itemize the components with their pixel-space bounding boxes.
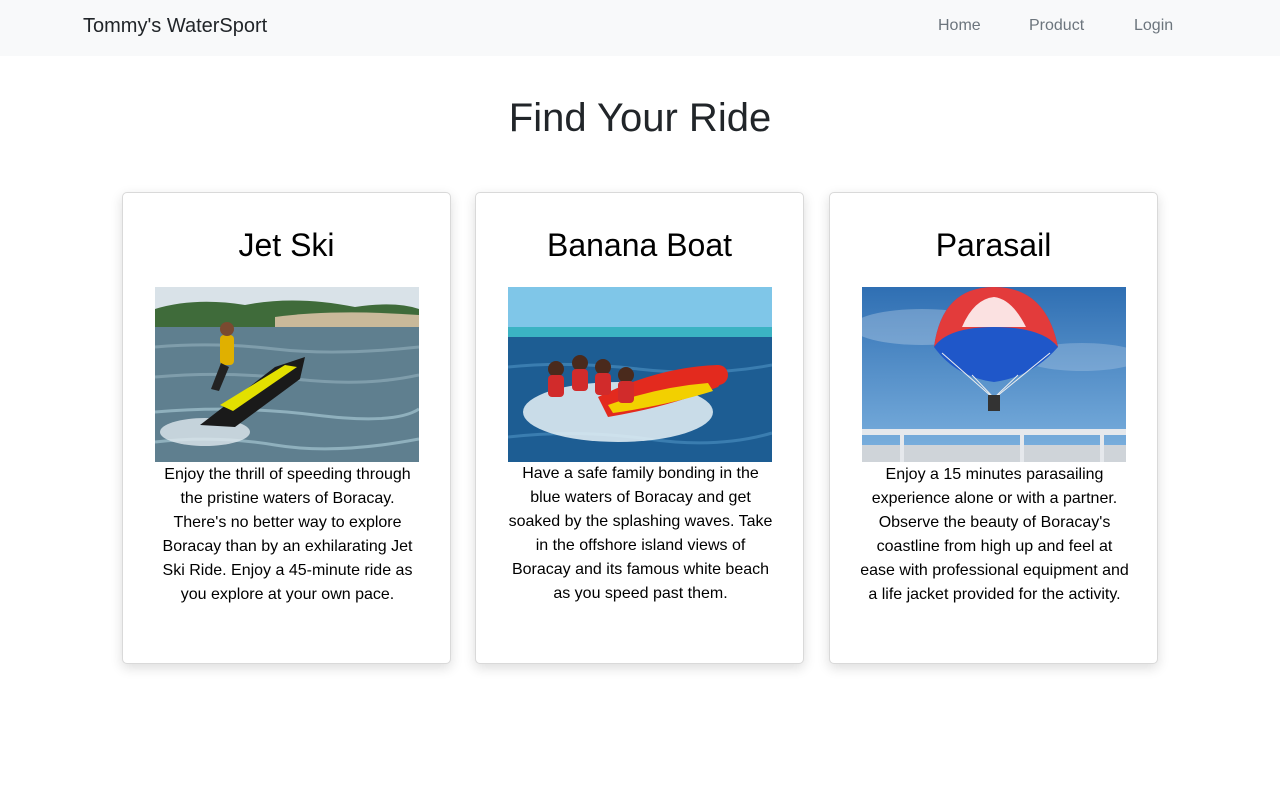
card-title: Jet Ski bbox=[238, 227, 335, 263]
jet-ski-image bbox=[155, 287, 419, 462]
nav-link-product[interactable]: Product bbox=[1029, 17, 1084, 35]
card-description: Have a safe family bonding in the blue w… bbox=[508, 465, 773, 602]
card-banana-boat: Banana Boat Have a safe family bonding i… bbox=[475, 192, 804, 664]
navbar-brand[interactable]: Tommy's WaterSport bbox=[83, 15, 267, 38]
card-description: Enjoy a 15 minutes parasailing experienc… bbox=[860, 466, 1129, 603]
nav-link-home[interactable]: Home bbox=[938, 17, 981, 35]
parasail-image bbox=[862, 287, 1126, 462]
card-description: Enjoy the thrill of speeding through the… bbox=[162, 466, 413, 603]
card-title: Parasail bbox=[935, 227, 1052, 263]
card-title: Banana Boat bbox=[546, 227, 733, 263]
card-jet-ski: Jet Ski Enjoy the thrill of speeding thr… bbox=[122, 192, 451, 664]
card-parasail: Parasail Enjoy a 15 minutes parasailing … bbox=[829, 192, 1158, 664]
nav-link-login[interactable]: Login bbox=[1134, 17, 1173, 35]
page-title: Find Your Ride bbox=[508, 96, 772, 140]
navbar: Tommy's WaterSport Home Product Login bbox=[0, 0, 1280, 56]
banana-boat-image bbox=[508, 287, 772, 462]
